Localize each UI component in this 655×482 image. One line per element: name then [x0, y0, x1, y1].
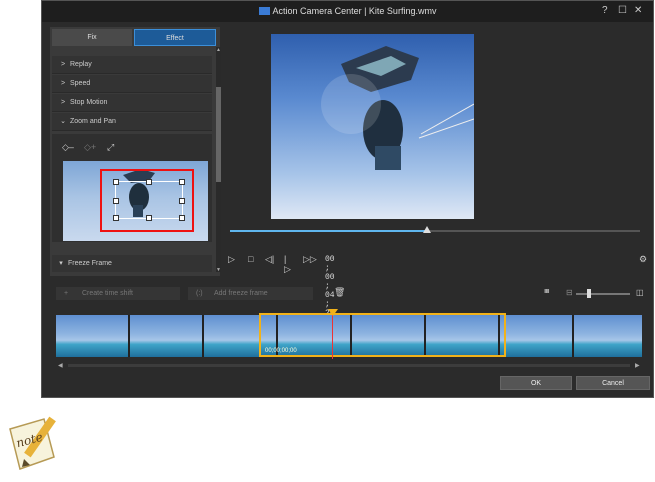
fit-icon[interactable]: ⤢: [107, 142, 114, 153]
filmstrip-frame: [500, 315, 572, 357]
remove-keyframe-icon[interactable]: ◇–: [62, 142, 74, 153]
filmstrip-frame: [574, 315, 642, 357]
effect-item-zoom-and-pan[interactable]: ⌄ Zoom and Pan: [52, 113, 212, 131]
kite-surfer-image: [321, 46, 474, 170]
timeline-playhead[interactable]: [328, 309, 338, 359]
timeline-toolbar: + Create time shift (:) Add freeze frame 🗑…: [50, 284, 646, 304]
zoom-slider-track[interactable]: [576, 289, 630, 298]
scroll-right-icon[interactable]: ▶: [635, 362, 640, 369]
seek-progress: [230, 230, 427, 232]
tab-fix[interactable]: Fix: [52, 29, 132, 46]
stop-button[interactable]: □: [248, 254, 253, 264]
timeline-filmstrip[interactable]: 00;00;00;00: [56, 309, 642, 359]
filmstrip-frame: [56, 315, 128, 357]
note-icon: note: [4, 413, 60, 477]
zoom-out-icon[interactable]: ⊟: [566, 288, 573, 297]
panel-scrollbar[interactable]: [216, 47, 221, 272]
chevron-right-icon: >: [60, 61, 66, 68]
app-icon: [258, 7, 270, 15]
chevron-down-icon: ▾: [59, 260, 63, 267]
resize-handle[interactable]: [146, 179, 152, 185]
effects-panel: Fix Effect > Replay > Speed > Stop Motion ⌄…: [50, 27, 221, 276]
tab-effect[interactable]: Effect: [134, 29, 216, 46]
effect-item-replay[interactable]: > Replay: [52, 56, 212, 74]
timeline-scroll-thumb[interactable]: [68, 364, 630, 367]
cancel-button[interactable]: Cancel: [576, 376, 650, 390]
resize-handle[interactable]: [146, 215, 152, 221]
next-frame-button[interactable]: |▷: [284, 254, 291, 275]
freeze-frame-icon: (:): [196, 290, 203, 297]
scrollbar-thumb[interactable]: [216, 87, 221, 182]
resize-handle[interactable]: [179, 215, 185, 221]
window-title: Action Camera Center | Kite Surfing.wmv: [42, 6, 653, 16]
effect-selection-region[interactable]: 00;00;00;00: [259, 313, 506, 357]
create-time-shift-icon: +: [64, 290, 69, 297]
effect-item-freeze-frame[interactable]: ▾ Freeze Frame: [52, 255, 212, 272]
title-bar: Action Camera Center | Kite Surfing.wmv …: [42, 1, 653, 22]
scroll-down-icon[interactable]: ▼: [216, 267, 221, 273]
app-window: Action Camera Center | Kite Surfing.wmv …: [41, 0, 654, 398]
split-icon[interactable]: ııııı: [544, 288, 550, 295]
tab-bar: Fix Effect: [52, 29, 216, 46]
zoom-pan-panel: ◇– ◇+ ⤢: [52, 134, 212, 242]
chevron-down-icon: ⌄: [60, 118, 66, 125]
add-freeze-frame-button[interactable]: (:) Add freeze frame: [188, 287, 313, 300]
scroll-up-icon[interactable]: ▲: [216, 47, 221, 53]
previous-frame-button[interactable]: ◁|: [265, 254, 274, 265]
seek-handle[interactable]: [422, 226, 431, 233]
filmstrip-frame: [130, 315, 202, 357]
video-preview: [271, 34, 474, 219]
settings-icon[interactable]: ⚙: [639, 254, 647, 265]
help-button[interactable]: ?: [602, 5, 608, 16]
playhead-handle[interactable]: [328, 309, 338, 316]
ok-button[interactable]: OK: [500, 376, 572, 390]
resize-handle[interactable]: [113, 179, 119, 185]
resize-handle[interactable]: [179, 179, 185, 185]
chevron-right-icon: >: [60, 99, 66, 106]
zoom-preview-thumbnail: [63, 161, 208, 241]
zoom-selection-box[interactable]: [113, 179, 185, 221]
seek-bar[interactable]: [230, 226, 640, 233]
zoom-slider-thumb[interactable]: [586, 289, 591, 298]
resize-handle[interactable]: [113, 198, 119, 204]
maximize-button[interactable]: ☐: [618, 5, 627, 16]
timeline-scrollbar[interactable]: ◀ ▶: [58, 362, 642, 369]
add-keyframe-icon[interactable]: ◇+: [84, 142, 96, 153]
resize-handle[interactable]: [113, 215, 119, 221]
trash-icon[interactable]: 🗑: [334, 287, 345, 298]
effect-item-stop-motion[interactable]: > Stop Motion: [52, 94, 212, 112]
play-button[interactable]: ▷: [228, 254, 235, 265]
resize-handle[interactable]: [179, 198, 185, 204]
close-button[interactable]: ✕: [634, 5, 642, 16]
fast-forward-button[interactable]: ▷▷: [303, 254, 317, 265]
scroll-left-icon[interactable]: ◀: [58, 362, 63, 369]
zoom-in-icon[interactable]: ◫: [636, 288, 644, 297]
create-time-shift-button[interactable]: + Create time shift: [56, 287, 180, 300]
effect-item-speed[interactable]: > Speed: [52, 75, 212, 93]
chevron-right-icon: >: [60, 80, 66, 87]
region-timecode: 00;00;00;00: [265, 348, 297, 354]
